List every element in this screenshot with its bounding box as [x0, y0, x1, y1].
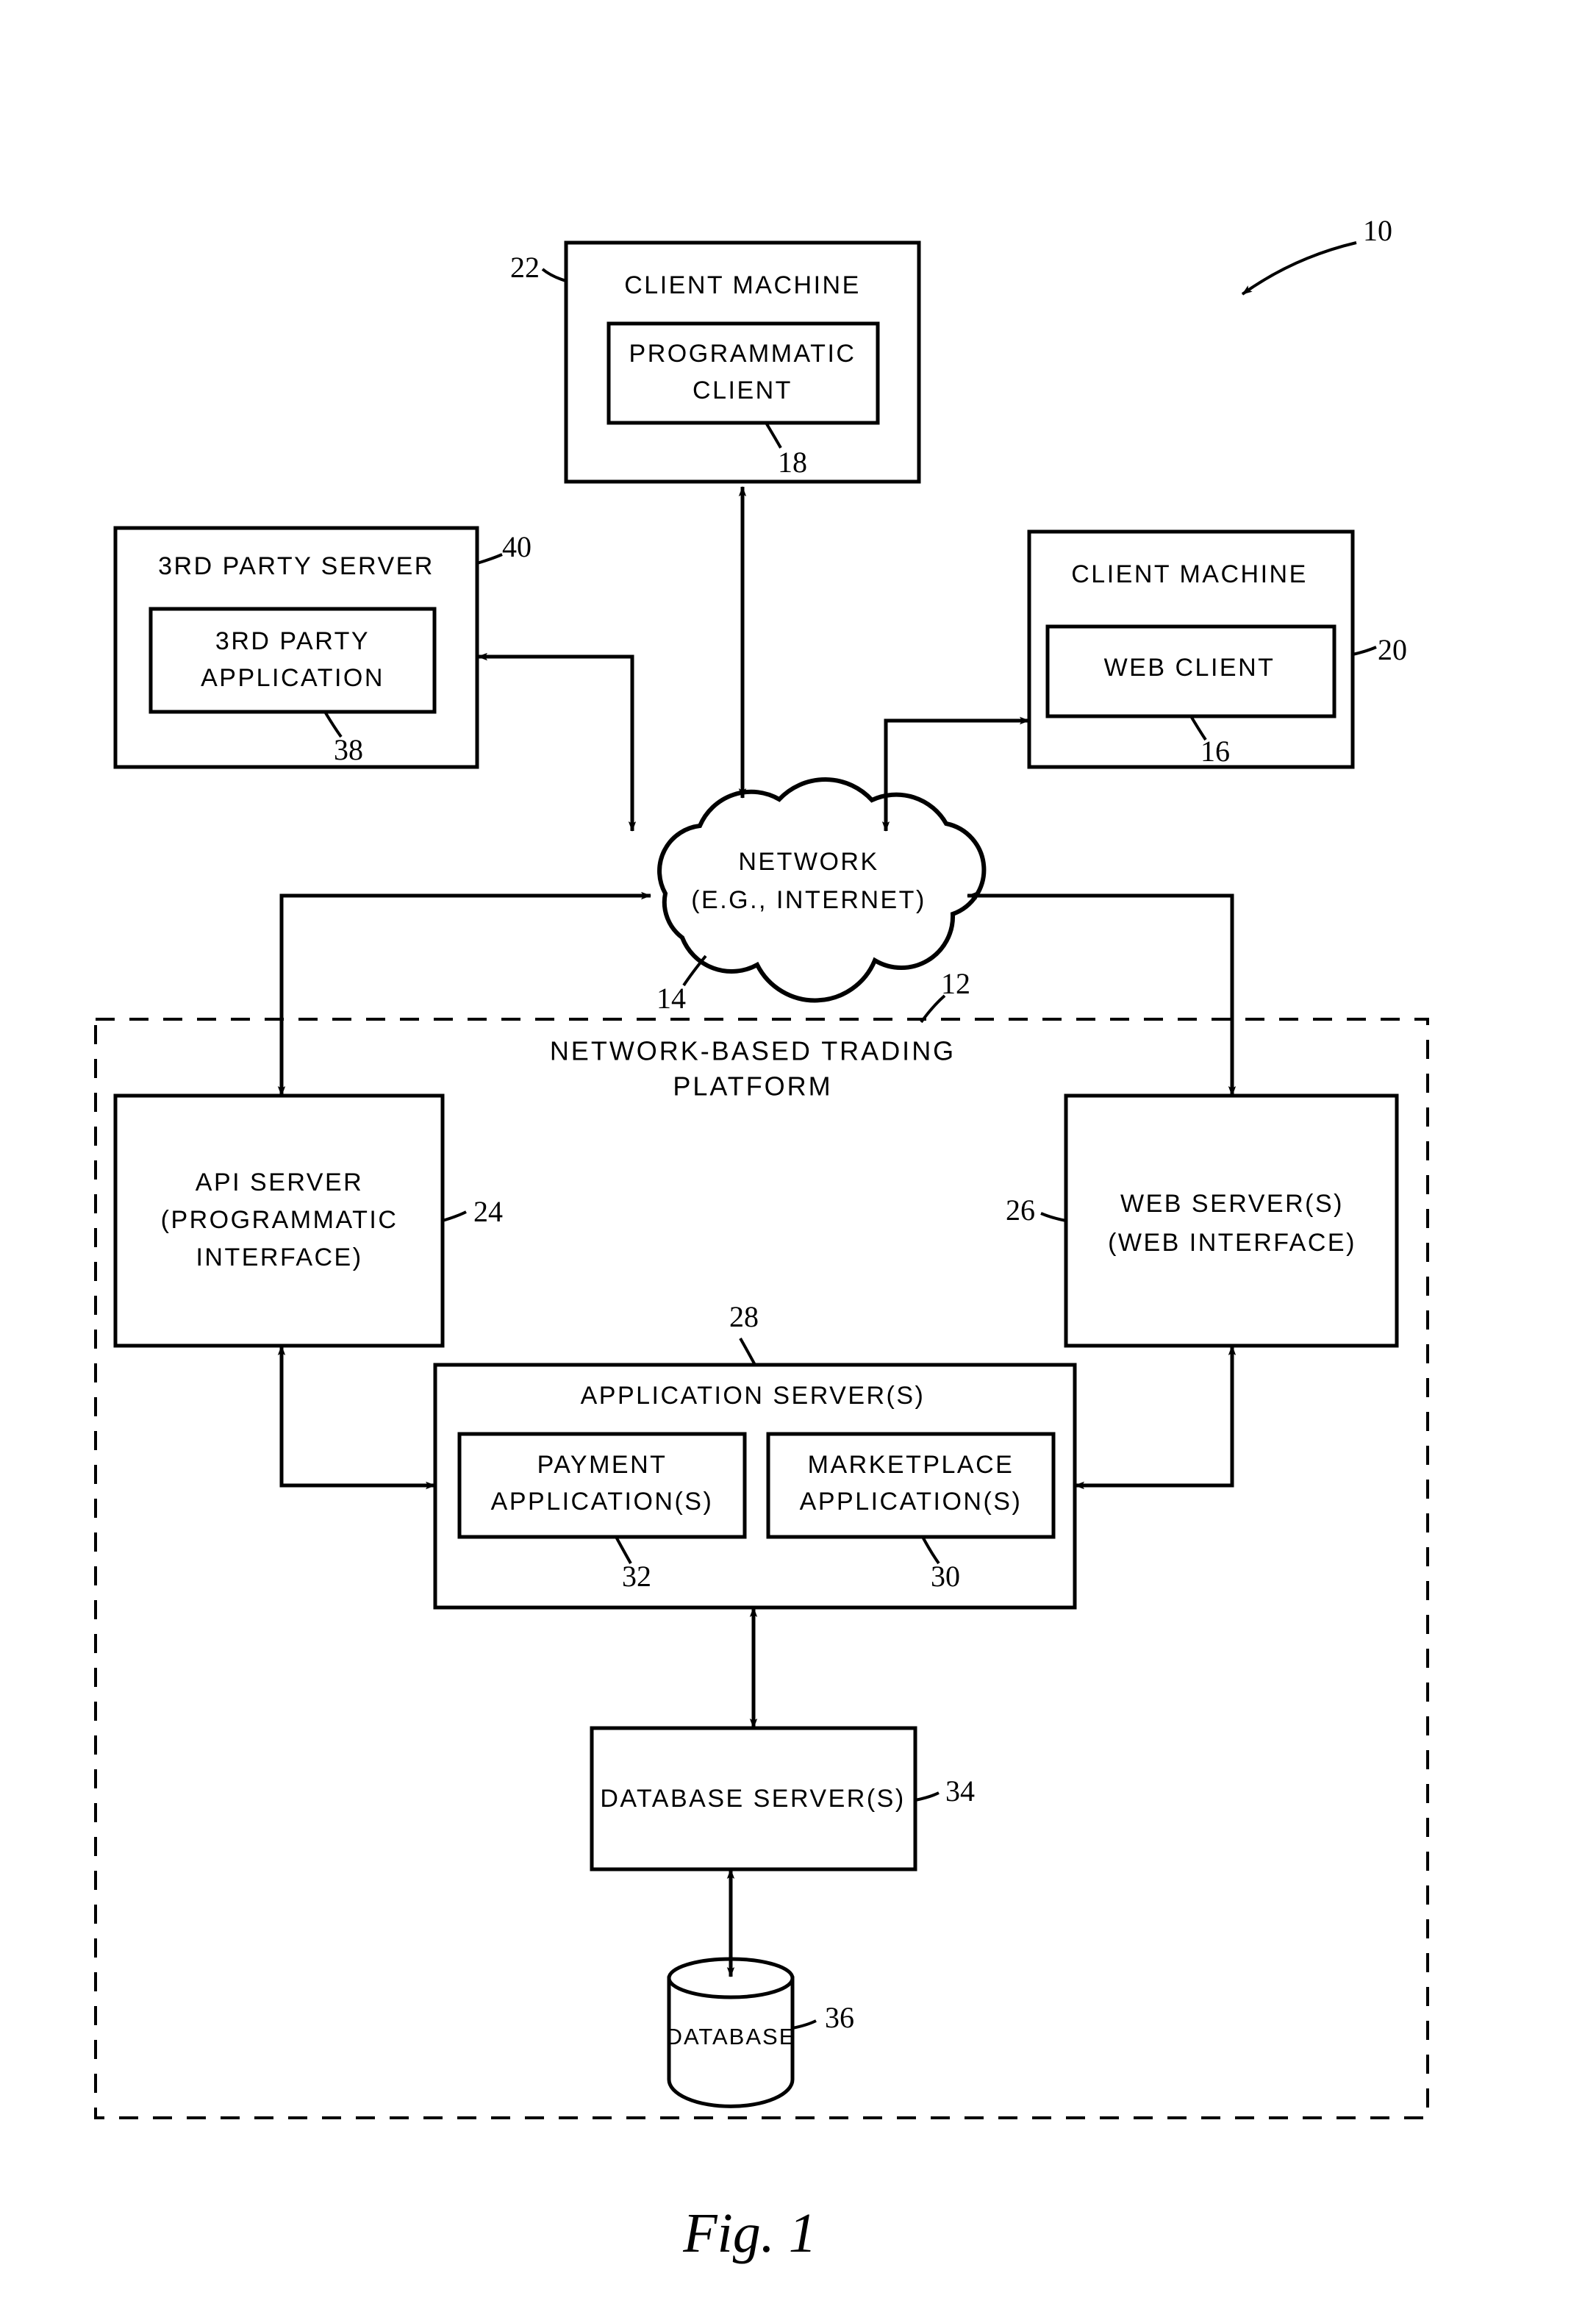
- ref-number-36: 36: [825, 2001, 854, 2034]
- ref-number-32: 32: [622, 1560, 651, 1593]
- ref-number-18: 18: [778, 446, 807, 479]
- ref-number-24: 24: [473, 1195, 503, 1228]
- database-server-title: DATABASE SERVER(S): [600, 1785, 905, 1813]
- payment-application-line1: PAYMENT: [537, 1451, 668, 1479]
- programmatic-client-line1: PROGRAMMATIC: [629, 340, 856, 368]
- marketplace-application-box: [766, 1432, 1056, 1539]
- platform-title-line2: PLATFORM: [673, 1071, 832, 1102]
- payment-application-box: [457, 1432, 747, 1539]
- ref-number-12: 12: [941, 967, 970, 1000]
- conn-web-server-to-cloud: [967, 891, 1234, 1096]
- conn-api-to-application-server: [277, 1345, 436, 1490]
- ref-number-16: 16: [1200, 735, 1230, 768]
- figure-caption: Fig. 1: [682, 2202, 817, 2264]
- system-ref-leader: [1241, 241, 1357, 296]
- ref-36-leader: [792, 2019, 817, 2030]
- third-party-application-line2: APPLICATION: [201, 664, 384, 692]
- marketplace-application-line1: MARKETPLACE: [808, 1451, 1015, 1479]
- marketplace-application-line2: APPLICATION(S): [800, 1488, 1023, 1516]
- ref-number-26: 26: [1006, 1193, 1035, 1227]
- api-server-line1: API SERVER: [196, 1168, 363, 1196]
- database-title: DATABASE: [666, 2024, 796, 2049]
- ref-number-38: 38: [334, 733, 363, 766]
- third-party-application-line1: 3RD PARTY: [215, 627, 370, 655]
- client-machine-web-title: CLIENT MACHINE: [1071, 560, 1308, 588]
- web-client-line1: WEB CLIENT: [1104, 654, 1275, 682]
- api-server-line3: INTERFACE): [196, 1243, 362, 1271]
- ref-40-leader: [476, 553, 503, 565]
- figure-1-diagram: CLIENT MACHINE PROGRAMMATIC CLIENT 22 18…: [94, 214, 1429, 2264]
- platform-title-line1: NETWORK-BASED TRADING: [550, 1036, 956, 1066]
- network-cloud-line1: NETWORK: [738, 848, 878, 876]
- ref-number-28: 28: [729, 1300, 759, 1333]
- ref-number-14: 14: [656, 982, 686, 1015]
- ref-26-leader: [1040, 1212, 1067, 1222]
- programmatic-client-box: [606, 321, 880, 425]
- third-party-application-box: [148, 607, 437, 714]
- ref-number-22: 22: [510, 251, 540, 284]
- conn-web-to-application-server: [1074, 1345, 1237, 1490]
- conn-branch-to-third-party: [477, 652, 637, 832]
- ref-14-leader: [682, 954, 707, 987]
- web-server-line2: (WEB INTERFACE): [1108, 1229, 1356, 1257]
- third-party-server-title: 3RD PARTY SERVER: [158, 552, 434, 580]
- ref-28-leader: [739, 1338, 756, 1366]
- ref-22-leader: [541, 268, 567, 282]
- ref-number-30: 30: [931, 1560, 960, 1593]
- ref-20-leader: [1352, 646, 1377, 656]
- client-machine-programmatic-title: CLIENT MACHINE: [624, 271, 861, 299]
- ref-34-leader: [915, 1791, 940, 1802]
- api-server-line2: (PROGRAMMATIC: [161, 1206, 398, 1234]
- application-server-title: APPLICATION SERVER(S): [581, 1382, 926, 1410]
- web-server-line1: WEB SERVER(S): [1120, 1190, 1344, 1218]
- ref-number-34: 34: [945, 1774, 975, 1808]
- payment-application-line2: APPLICATION(S): [491, 1488, 714, 1516]
- ref-number-20: 20: [1378, 633, 1407, 666]
- web-server-box: [1064, 1093, 1399, 1348]
- ref-number-10: 10: [1363, 214, 1392, 247]
- network-cloud-line2: (E.G., INTERNET): [691, 886, 926, 914]
- ref-number-40: 40: [502, 530, 532, 563]
- patent-figure-page: CLIENT MACHINE PROGRAMMATIC CLIENT 22 18…: [0, 0, 1596, 2323]
- ref-24-leader: [442, 1210, 467, 1222]
- programmatic-client-line2: CLIENT: [693, 377, 792, 404]
